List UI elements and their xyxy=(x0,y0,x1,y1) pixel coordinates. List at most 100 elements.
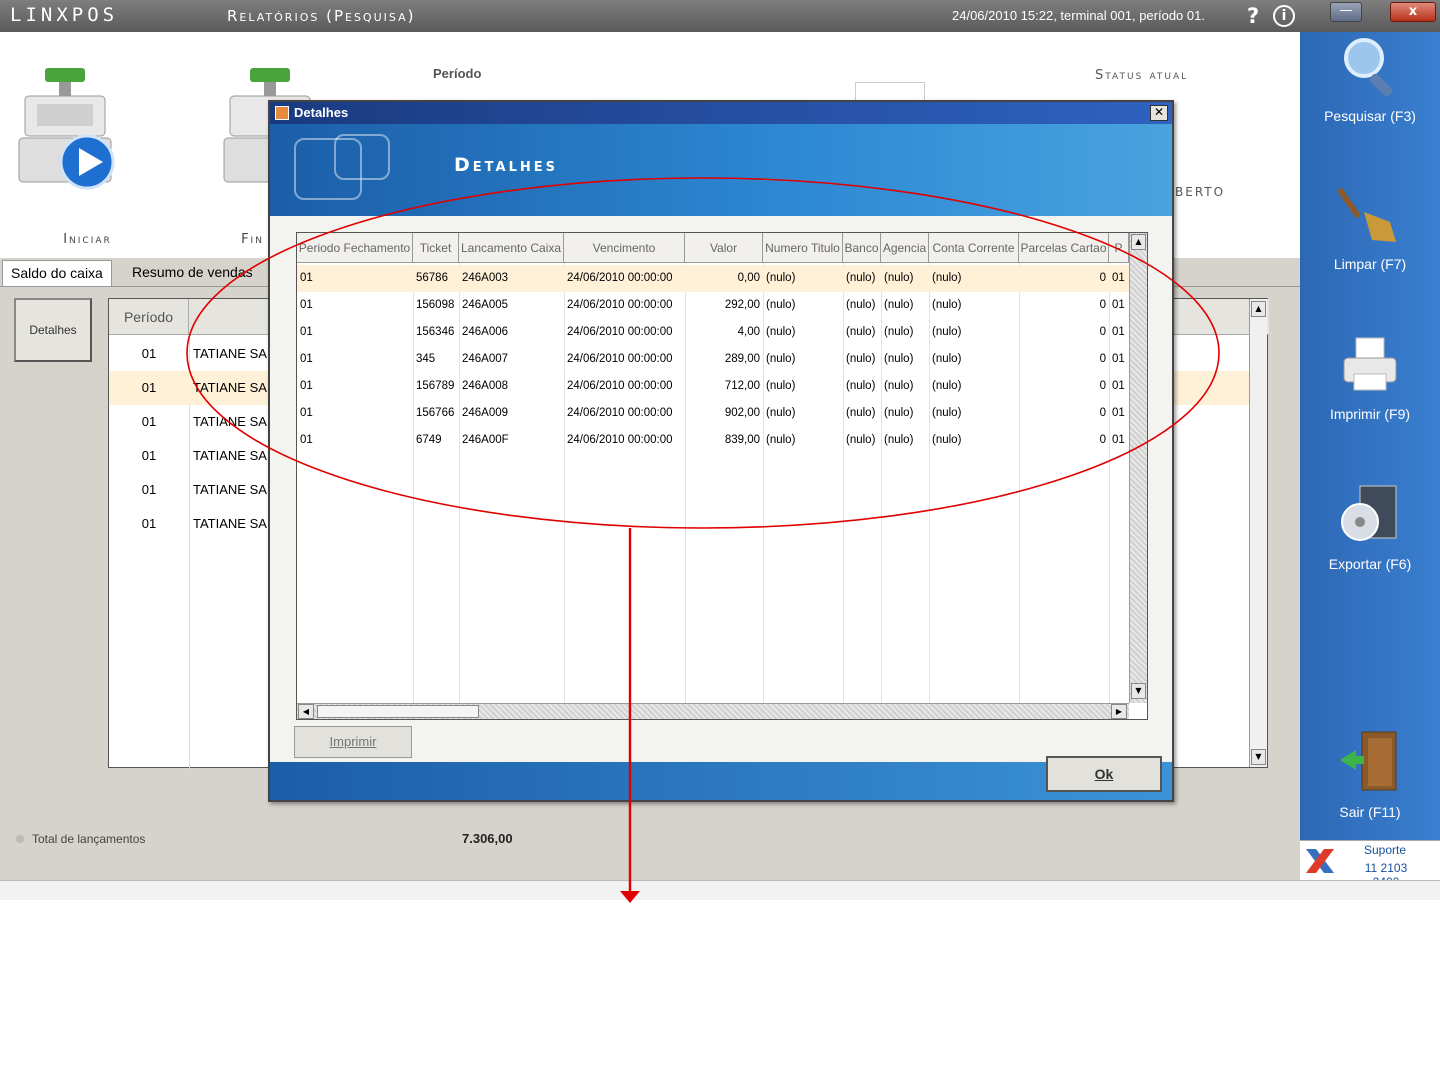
cell-titulo: (nulo) xyxy=(766,299,796,311)
search-icon xyxy=(1344,38,1393,97)
periodo-field[interactable] xyxy=(855,82,925,102)
cell-titulo: (nulo) xyxy=(766,380,796,392)
exportar-button[interactable]: Exportar (F6) xyxy=(1300,482,1440,602)
detalhes-button[interactable]: Detalhes xyxy=(14,298,92,362)
column-header-periodo[interactable]: Período xyxy=(109,299,189,335)
cell-banco: (nulo) xyxy=(846,434,876,446)
column-header-numero-titulo[interactable]: Numero Titulo xyxy=(763,233,843,263)
cell-parcelas: 0 xyxy=(1099,353,1106,365)
dialog-title: Detalhes xyxy=(294,105,349,120)
cell-periodo: 01 xyxy=(300,353,313,365)
imprimir-button[interactable]: Imprimir (F9) xyxy=(1300,332,1440,452)
cell-lancamento: 246A006 xyxy=(462,326,509,338)
column-header-agencia[interactable]: Agencia xyxy=(881,233,929,263)
total-value: 7.306,00 xyxy=(462,831,513,846)
cell-conta: (nulo) xyxy=(932,353,962,365)
cell-vencimento: 24/06/2010 00:00:00 xyxy=(567,407,673,419)
cell-lancamento: 246A007 xyxy=(462,353,509,365)
cell-conta: (nulo) xyxy=(932,380,962,392)
cell-periodo: 01 xyxy=(300,380,313,392)
scroll-thumb[interactable] xyxy=(317,705,479,718)
cell-lancamento: 246A008 xyxy=(462,380,509,392)
column-header-periodo-fechamento[interactable]: Periodo Fechamento xyxy=(297,233,413,263)
column-header-lancamento-caixa[interactable]: Lancamento Caixa xyxy=(459,233,564,263)
cell-vencimento: 24/06/2010 00:00:00 xyxy=(567,299,673,311)
cell-ticket: 6749 xyxy=(416,434,442,446)
session-status: 24/06/2010 15:22, terminal 001, período … xyxy=(952,8,1205,23)
support-panel: Suporte 11 2103 2400 xyxy=(1300,840,1440,889)
horizontal-scrollbar[interactable]: ◀ ▶ xyxy=(297,703,1129,719)
dialog-banner: Detalhes xyxy=(270,124,1172,216)
vertical-scrollbar[interactable]: ▲ ▼ xyxy=(1129,233,1147,703)
cell-valor: 4,00 xyxy=(737,326,760,338)
cell-conta: (nulo) xyxy=(932,299,962,311)
cell-agencia: (nulo) xyxy=(884,272,914,284)
broom-icon xyxy=(1338,188,1396,242)
limpar-button[interactable]: Limpar (F7) xyxy=(1300,182,1440,302)
column-header-ticket[interactable]: Ticket xyxy=(413,233,459,263)
column-header-vencimento[interactable]: Vencimento xyxy=(564,233,685,263)
table-row[interactable]: 01 156098 246A005 24/06/2010 00:00:00 292,00… xyxy=(297,292,1129,319)
table-row[interactable]: 01 345 246A007 24/06/2010 00:00:00 289,00 (nu… xyxy=(297,346,1129,373)
cell-nome: TATIANE SA xyxy=(193,448,267,463)
imprimir-button[interactable]: Imprimir xyxy=(294,726,412,758)
cell-ticket: 156789 xyxy=(416,380,455,392)
cell-p: 01 xyxy=(1112,434,1125,446)
table-row[interactable]: 01 56786 246A003 24/06/2010 00:00:00 0,00 (nu… xyxy=(297,265,1129,292)
cell-agencia: (nulo) xyxy=(884,353,914,365)
sair-button[interactable]: Sair (F11) xyxy=(1300,730,1440,850)
table-row[interactable]: 01 156789 246A008 24/06/2010 00:00:00 712,00… xyxy=(297,373,1129,400)
cell-periodo: 01 xyxy=(141,346,157,361)
cell-agencia: (nulo) xyxy=(884,380,914,392)
cell-valor: 712,00 xyxy=(724,380,760,392)
printer-icon xyxy=(1343,337,1397,391)
cash-register-play-icon xyxy=(18,68,115,190)
tab-saldo-do-caixa[interactable]: Saldo do caixa xyxy=(2,260,112,286)
cell-parcelas: 0 xyxy=(1099,326,1106,338)
total-label-text: Total de lançamentos xyxy=(32,832,146,846)
column-header-valor[interactable]: Valor xyxy=(685,233,763,263)
pesquisar-label: Pesquisar (F3) xyxy=(1324,108,1416,124)
scroll-left-icon[interactable]: ◀ xyxy=(298,704,314,719)
scroll-down-icon[interactable]: ▼ xyxy=(1251,749,1266,765)
cell-ticket: 345 xyxy=(416,353,436,365)
help-icon[interactable]: ? xyxy=(1247,4,1259,28)
column-header-parcelas-cartao[interactable]: Parcelas Cartao xyxy=(1019,233,1109,263)
detalhes-grid: Periodo Fechamento Ticket Lancamento Cai… xyxy=(296,232,1148,720)
tab-resumo-de-vendas[interactable]: Resumo de vendas xyxy=(124,260,261,286)
dialog-close-icon[interactable]: ✕ xyxy=(1150,105,1168,121)
app-logo: LINXPOS xyxy=(10,4,119,26)
scroll-up-icon[interactable]: ▲ xyxy=(1251,301,1266,317)
dialog-banner-title: Detalhes xyxy=(454,154,558,176)
cell-valor: 0,00 xyxy=(737,272,760,284)
table-row[interactable]: 01 6749 246A00F 24/06/2010 00:00:00 839,00 (n… xyxy=(297,427,1129,454)
exportar-label: Exportar (F6) xyxy=(1328,556,1412,572)
cell-vencimento: 24/06/2010 00:00:00 xyxy=(567,434,673,446)
info-icon[interactable]: i xyxy=(1273,5,1295,27)
scroll-right-icon[interactable]: ▶ xyxy=(1111,704,1127,719)
scroll-up-icon[interactable]: ▲ xyxy=(1131,234,1146,250)
table-row[interactable]: 01 156766 246A009 24/06/2010 00:00:00 902,00… xyxy=(297,400,1129,427)
pesquisar-button[interactable]: Pesquisar (F3) xyxy=(1300,34,1440,154)
app-window: LINXPOS Relatórios (Pesquisa) 24/06/2010… xyxy=(0,0,1440,900)
cell-titulo: (nulo) xyxy=(766,353,796,365)
ok-button[interactable]: Ok xyxy=(1046,756,1162,792)
table-row[interactable]: 01 156346 246A006 24/06/2010 00:00:00 4,00 (n… xyxy=(297,319,1129,346)
cell-banco: (nulo) xyxy=(846,272,876,284)
support-label: Suporte xyxy=(1363,843,1407,857)
cell-vencimento: 24/06/2010 00:00:00 xyxy=(567,272,673,284)
iniciar-button[interactable]: Iniciar xyxy=(0,56,140,247)
minimize-button[interactable]: — xyxy=(1330,2,1362,22)
cell-p: 01 xyxy=(1112,353,1125,365)
column-header-banco[interactable]: Banco xyxy=(843,233,881,263)
dialog-app-icon xyxy=(275,106,289,120)
cell-p: 01 xyxy=(1112,326,1125,338)
close-window-button[interactable]: x xyxy=(1390,2,1436,22)
scroll-down-icon[interactable]: ▼ xyxy=(1131,683,1146,699)
vertical-scrollbar[interactable]: ▲ ▼ xyxy=(1249,299,1267,767)
sair-label: Sair (F11) xyxy=(1339,804,1401,820)
column-header-conta-corrente[interactable]: Conta Corrente xyxy=(929,233,1019,263)
cell-agencia: (nulo) xyxy=(884,326,914,338)
column-header-p[interactable]: P xyxy=(1109,233,1129,263)
cell-conta: (nulo) xyxy=(932,434,962,446)
